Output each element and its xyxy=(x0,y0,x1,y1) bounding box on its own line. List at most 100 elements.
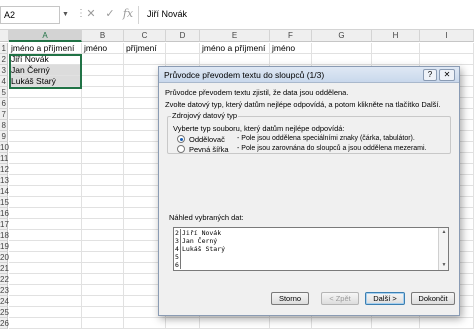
grid-cell[interactable] xyxy=(9,219,82,230)
row-header-8[interactable]: 8 xyxy=(0,120,8,131)
grid-cell[interactable] xyxy=(9,175,82,186)
row-header-4[interactable]: 4 xyxy=(0,76,8,87)
cell-a3[interactable]: Jan Černý xyxy=(9,65,82,76)
grid-cell[interactable] xyxy=(270,318,312,329)
grid-cell[interactable] xyxy=(82,307,124,318)
grid-cell[interactable] xyxy=(9,164,82,175)
grid-cell[interactable] xyxy=(270,54,312,65)
row-header-12[interactable]: 12 xyxy=(0,164,9,175)
row-header-16[interactable]: 16 xyxy=(0,208,9,219)
grid-cell[interactable] xyxy=(200,318,270,329)
grid-cell[interactable] xyxy=(9,98,82,109)
column-header-c[interactable]: C xyxy=(124,30,166,42)
grid-cell[interactable] xyxy=(9,285,82,296)
row-header-2[interactable]: 2 xyxy=(0,54,8,65)
grid-cell[interactable] xyxy=(9,120,82,131)
row-header-11[interactable]: 11 xyxy=(0,153,8,164)
row-header-9[interactable]: 9 xyxy=(0,131,8,142)
fixed-width-label[interactable]: Pevná šířka xyxy=(189,145,229,154)
grid-cell[interactable] xyxy=(312,318,372,329)
row-header-26[interactable]: 26 xyxy=(0,318,9,329)
grid-cell[interactable] xyxy=(9,109,82,120)
row-header-6[interactable]: 6 xyxy=(0,98,8,109)
cancel-icon[interactable]: ✕ xyxy=(84,7,98,23)
grid-cell[interactable] xyxy=(9,197,82,208)
grid-cell[interactable] xyxy=(9,318,82,329)
grid-cell[interactable] xyxy=(9,186,82,197)
grid-cell[interactable] xyxy=(9,296,82,307)
grid-cell[interactable] xyxy=(9,307,82,318)
cell-d1[interactable] xyxy=(166,43,200,54)
grid-cell[interactable] xyxy=(312,54,372,65)
grid-cell[interactable] xyxy=(372,54,420,65)
grid-cell[interactable] xyxy=(82,274,124,285)
grid-cell[interactable] xyxy=(82,87,124,98)
delimited-label[interactable]: Oddělovač xyxy=(189,135,225,144)
grid-cell[interactable] xyxy=(420,318,474,329)
grid-cell[interactable] xyxy=(82,109,124,120)
grid-cell[interactable] xyxy=(82,263,124,274)
grid-cell[interactable] xyxy=(82,230,124,241)
row-header-17[interactable]: 17 xyxy=(0,219,9,230)
cell-f1[interactable]: jméno xyxy=(270,43,312,54)
column-header-e[interactable]: E xyxy=(200,30,270,42)
grid-cell[interactable] xyxy=(9,263,82,274)
cell-i1[interactable] xyxy=(420,43,474,54)
grid-cell[interactable] xyxy=(82,296,124,307)
column-header-d[interactable]: D xyxy=(166,30,200,42)
cell-g1[interactable] xyxy=(312,43,372,54)
finish-button[interactable]: Dokončit xyxy=(411,292,455,305)
scroll-down-icon[interactable]: ▼ xyxy=(440,261,448,269)
grid-cell[interactable] xyxy=(9,230,82,241)
row-header-23[interactable]: 23 xyxy=(0,285,9,296)
grid-cell[interactable] xyxy=(420,54,474,65)
help-button[interactable]: ? xyxy=(423,69,437,81)
scroll-up-icon[interactable]: ▲ xyxy=(440,228,448,236)
cell-h1[interactable] xyxy=(372,43,420,54)
grid-cell[interactable] xyxy=(82,54,124,65)
enter-icon[interactable]: ✓ xyxy=(103,7,117,23)
cell-a1[interactable]: jméno a příjmení xyxy=(9,43,82,54)
row-header-13[interactable]: 13 xyxy=(0,175,9,186)
next-button[interactable]: Další > xyxy=(365,292,405,305)
grid-cell[interactable] xyxy=(82,241,124,252)
column-header-h[interactable]: H xyxy=(372,30,420,42)
grid-cell[interactable] xyxy=(124,318,166,329)
grid-cell[interactable] xyxy=(82,142,124,153)
preview-vertical-scrollbar[interactable]: ▲ ▼ xyxy=(438,228,448,270)
cell-a2[interactable]: Jiří Novák xyxy=(9,54,82,65)
grid-cell[interactable] xyxy=(9,241,82,252)
grid-cell[interactable] xyxy=(82,164,124,175)
row-header-21[interactable]: 21 xyxy=(0,263,9,274)
back-button[interactable]: < Zpět xyxy=(321,292,359,305)
row-header-14[interactable]: 14 xyxy=(0,186,9,197)
name-box[interactable]: A2 xyxy=(0,6,60,24)
column-header-f[interactable]: F xyxy=(270,30,312,42)
grid-cell[interactable] xyxy=(82,153,124,164)
grid-cell[interactable] xyxy=(372,318,420,329)
column-header-b[interactable]: B xyxy=(82,30,124,42)
grid-cell[interactable] xyxy=(124,54,166,65)
grid-cell[interactable] xyxy=(82,131,124,142)
cancel-button[interactable]: Storno xyxy=(271,292,309,305)
grid-cell[interactable] xyxy=(9,142,82,153)
row-header-7[interactable]: 7 xyxy=(0,109,8,120)
row-header-20[interactable]: 20 xyxy=(0,252,9,263)
row-header-25[interactable]: 25 xyxy=(0,307,9,318)
cell-b1[interactable]: jméno xyxy=(82,43,124,54)
column-header-i[interactable]: I xyxy=(420,30,474,42)
row-header-24[interactable]: 24 xyxy=(0,296,9,307)
grid-cell[interactable] xyxy=(9,252,82,263)
column-header-g[interactable]: G xyxy=(312,30,372,42)
grid-cell[interactable] xyxy=(82,318,124,329)
row-header-5[interactable]: 5 xyxy=(0,87,8,98)
insert-function-icon[interactable]: fx xyxy=(121,7,135,23)
grid-cell[interactable] xyxy=(82,65,124,76)
row-header-22[interactable]: 22 xyxy=(0,274,9,285)
formula-input[interactable]: Jiří Novák xyxy=(138,6,474,24)
grid-cell[interactable] xyxy=(9,87,82,98)
grid-cell[interactable] xyxy=(82,219,124,230)
grid-cell[interactable] xyxy=(82,98,124,109)
grid-cell[interactable] xyxy=(82,208,124,219)
grid-cell[interactable] xyxy=(9,274,82,285)
